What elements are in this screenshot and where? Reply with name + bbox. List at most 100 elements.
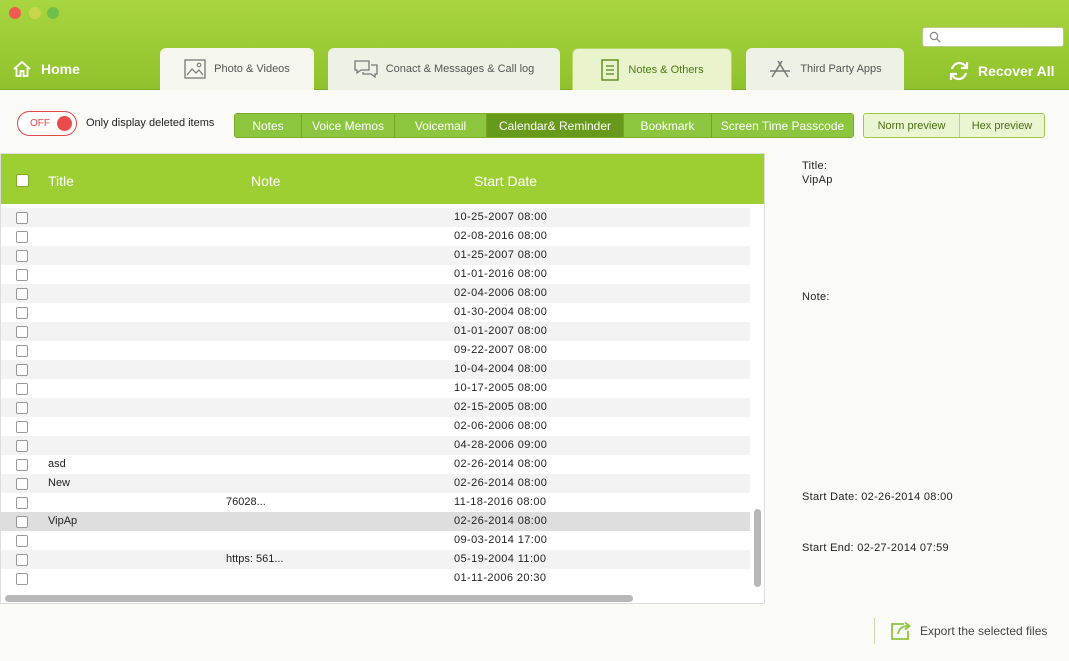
export-selected-button[interactable]: Export the selected files — [890, 621, 1047, 641]
row-start-date: 02-26-2014 08:00 — [454, 458, 548, 470]
row-checkbox[interactable] — [16, 250, 28, 262]
tab-contacts-messages[interactable]: Conact & Messages & Call log — [328, 48, 560, 90]
row-checkbox[interactable] — [16, 231, 28, 243]
table-row[interactable]: 01-30-2004 08:00 — [1, 303, 750, 322]
table-row[interactable]: 10-17-2005 08:00 — [1, 379, 750, 398]
zoom-window-button[interactable] — [47, 7, 59, 19]
category-calendar-reminder[interactable]: Calendar& Reminder — [487, 114, 624, 137]
row-checkbox[interactable] — [16, 345, 28, 357]
row-start-date: 01-30-2004 08:00 — [454, 306, 548, 318]
row-checkbox[interactable] — [16, 383, 28, 395]
row-note: https: 561... — [226, 553, 284, 565]
row-checkbox[interactable] — [16, 212, 28, 224]
table-row[interactable]: 10-25-2007 08:00 — [1, 208, 750, 227]
category-screen-time-passcode[interactable]: Screen Time Passcode — [712, 114, 853, 137]
column-header-start-date[interactable]: Start Date — [474, 173, 537, 189]
search-icon — [929, 31, 941, 43]
row-checkbox[interactable] — [16, 440, 28, 452]
row-start-date: 11-18-2016 08:00 — [454, 496, 547, 508]
home-label: Home — [41, 61, 80, 77]
tab-third-party-apps[interactable]: Third Party Apps — [746, 48, 904, 90]
row-checkbox[interactable] — [16, 421, 28, 433]
minimize-window-button[interactable] — [29, 7, 41, 19]
column-header-title[interactable]: Title — [48, 173, 74, 189]
row-checkbox[interactable] — [16, 478, 28, 490]
vertical-scrollbar-thumb[interactable] — [754, 509, 761, 587]
table-row-selected[interactable]: VipAp 02-26-2014 08:00 — [1, 512, 750, 531]
table-row[interactable]: 76028... 11-18-2016 08:00 — [1, 493, 750, 512]
category-voicemail[interactable]: Voicemail — [395, 114, 487, 137]
close-window-button[interactable] — [9, 7, 21, 19]
row-start-date: 09-03-2014 17:00 — [454, 534, 548, 546]
export-selected-label: Export the selected files — [920, 624, 1048, 638]
row-checkbox[interactable] — [16, 288, 28, 300]
preview-mode-control: Norm preview Hex preview — [863, 113, 1045, 138]
table-row[interactable]: 02-04-2006 08:00 — [1, 284, 750, 303]
row-checkbox[interactable] — [16, 402, 28, 414]
chat-icon — [354, 60, 378, 79]
table-row[interactable]: 02-15-2005 08:00 — [1, 398, 750, 417]
row-start-date: 01-01-2016 08:00 — [454, 268, 548, 280]
select-all-checkbox[interactable] — [16, 174, 29, 187]
tab-photo-videos-label: Photo & Videos — [214, 63, 290, 75]
category-voice-memos[interactable]: Voice Memos — [302, 114, 395, 137]
detail-title-label: Title: — [802, 160, 828, 172]
row-start-date: 10-17-2005 08:00 — [454, 382, 548, 394]
table-row[interactable]: asd 02-26-2014 08:00 — [1, 455, 750, 474]
photo-icon — [184, 59, 206, 79]
table-row[interactable]: 01-11-2006 20:30 — [1, 569, 750, 588]
row-checkbox[interactable] — [16, 497, 28, 509]
row-start-date: 01-01-2007 08:00 — [454, 325, 548, 337]
hex-preview-button[interactable]: Hex preview — [960, 114, 1044, 137]
search-input[interactable] — [945, 30, 1059, 44]
horizontal-scrollbar[interactable] — [1, 592, 764, 604]
table-row[interactable]: 10-04-2004 08:00 — [1, 360, 750, 379]
table-row[interactable]: 01-01-2016 08:00 — [1, 265, 750, 284]
table-row[interactable]: 09-03-2014 17:00 — [1, 531, 750, 550]
table-row[interactable]: 02-06-2006 08:00 — [1, 417, 750, 436]
category-bookmark[interactable]: Bookmark — [624, 114, 712, 137]
table-row[interactable]: https: 561... 05-19-2004 11:00 — [1, 550, 750, 569]
detail-start-date-label: Start Date: — [802, 491, 858, 503]
row-checkbox[interactable] — [16, 269, 28, 281]
row-checkbox[interactable] — [16, 516, 28, 528]
table-row[interactable]: 04-28-2006 09:00 — [1, 436, 750, 455]
category-notes[interactable]: Notes — [235, 114, 302, 137]
home-button[interactable]: Home — [12, 56, 80, 82]
tab-notes-others[interactable]: Notes & Others — [572, 48, 732, 90]
row-checkbox[interactable] — [16, 535, 28, 547]
tab-photo-videos[interactable]: Photo & Videos — [160, 48, 314, 90]
home-icon — [13, 60, 31, 77]
row-checkbox[interactable] — [16, 573, 28, 585]
refresh-icon — [949, 61, 969, 81]
search-box[interactable] — [922, 27, 1064, 47]
row-title: asd — [48, 458, 66, 470]
title-bar: Home Photo & Videos Conact & Messages & … — [0, 0, 1069, 90]
column-header-note[interactable]: Note — [251, 173, 281, 189]
row-start-date: 02-06-2006 08:00 — [454, 420, 548, 432]
norm-preview-button[interactable]: Norm preview — [864, 114, 960, 137]
deleted-only-toggle[interactable]: OFF — [17, 111, 77, 136]
row-start-date: 01-25-2007 08:00 — [454, 249, 548, 261]
detail-title: Title: VipAp — [802, 160, 833, 186]
vertical-scrollbar[interactable] — [751, 212, 763, 590]
row-checkbox[interactable] — [16, 554, 28, 566]
recover-all-button[interactable]: Recover All — [948, 60, 1055, 82]
row-start-date: 02-08-2016 08:00 — [454, 230, 548, 242]
row-checkbox[interactable] — [16, 364, 28, 376]
table-row[interactable]: 01-25-2007 08:00 — [1, 246, 750, 265]
table-row[interactable]: New 02-26-2014 08:00 — [1, 474, 750, 493]
horizontal-scrollbar-thumb[interactable] — [5, 595, 633, 602]
row-checkbox[interactable] — [16, 326, 28, 338]
row-start-date: 02-26-2014 08:00 — [454, 477, 548, 489]
detail-start-date-value: 02-26-2014 08:00 — [861, 491, 953, 503]
row-start-date: 04-28-2006 09:00 — [454, 439, 548, 451]
row-checkbox[interactable] — [16, 307, 28, 319]
table-row[interactable]: 01-01-2007 08:00 — [1, 322, 750, 341]
row-checkbox[interactable] — [16, 459, 28, 471]
row-title: VipAp — [48, 515, 78, 527]
table-row[interactable]: 09-22-2007 08:00 — [1, 341, 750, 360]
apps-icon — [770, 60, 791, 78]
detail-start-date: Start Date: 02-26-2014 08:00 — [802, 491, 953, 503]
table-row[interactable]: 02-08-2016 08:00 — [1, 227, 750, 246]
